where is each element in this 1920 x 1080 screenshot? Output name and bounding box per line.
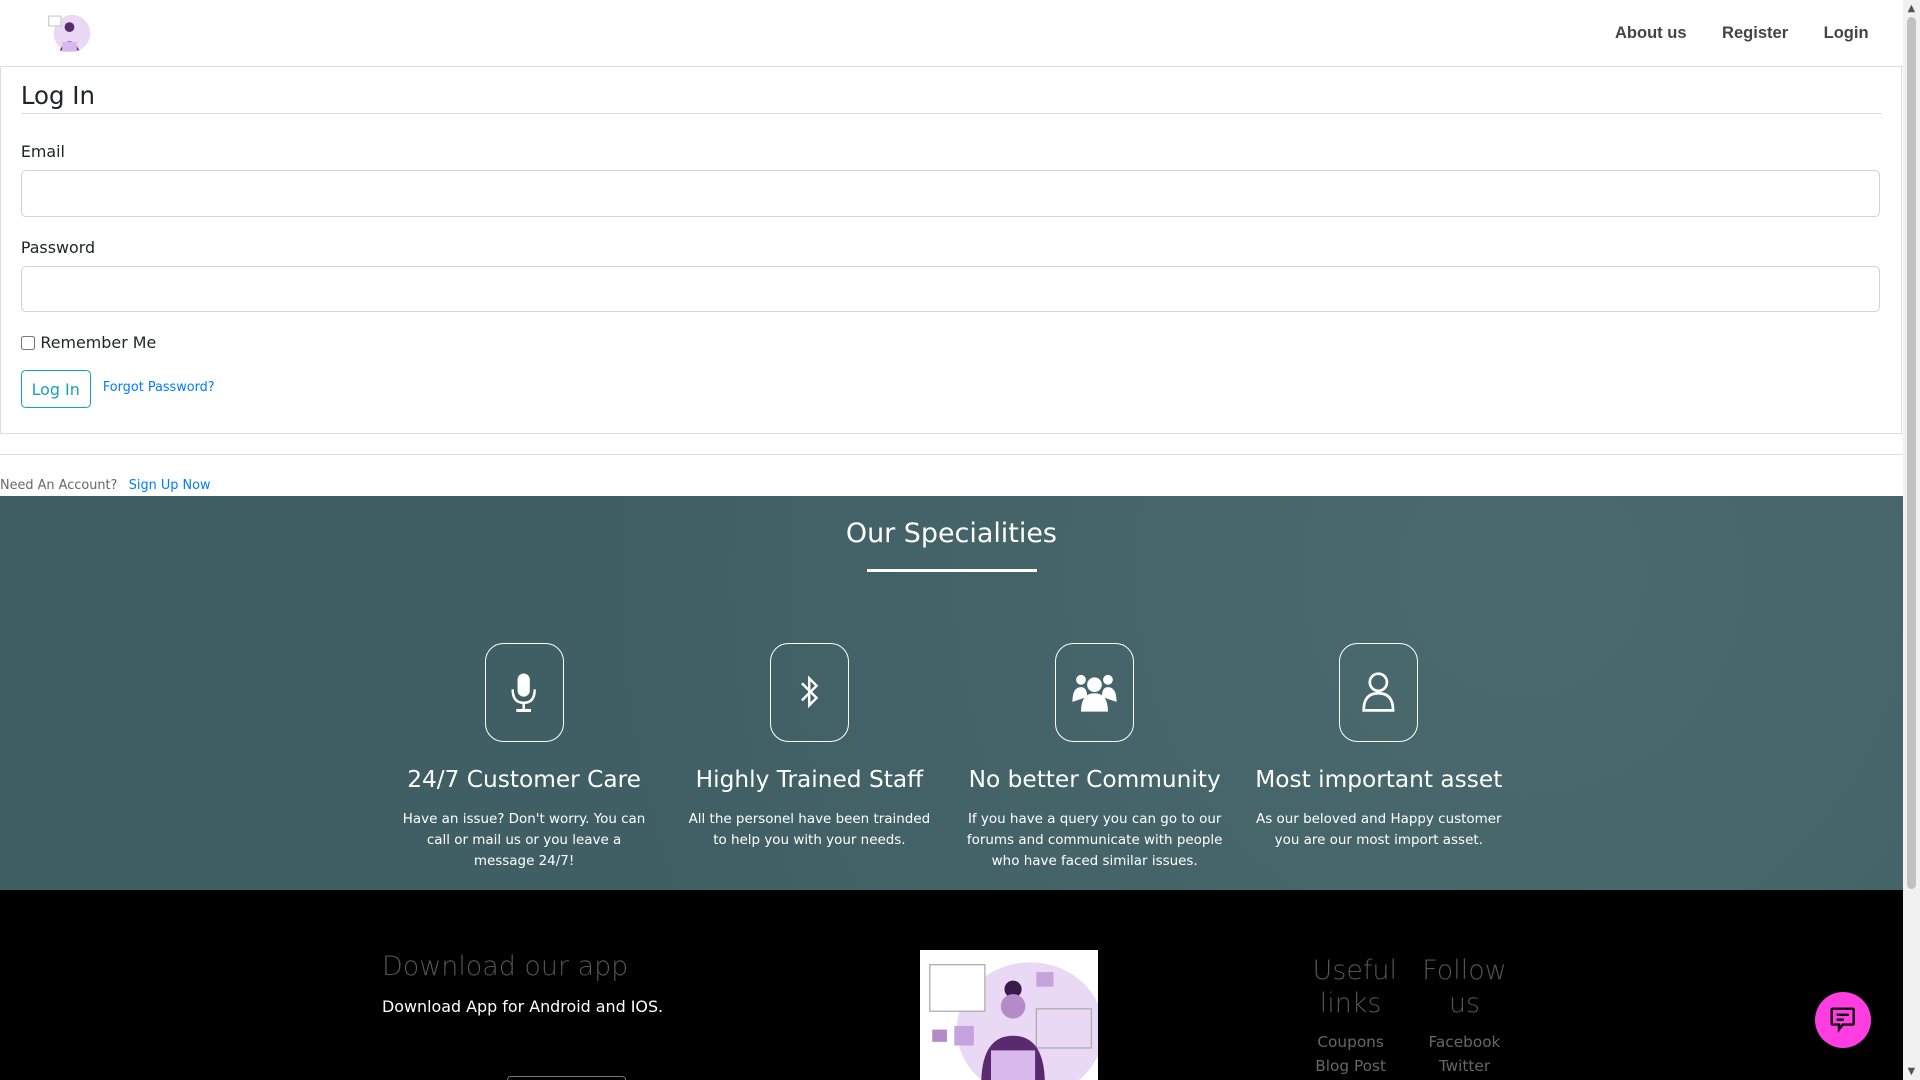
speciality-text: Have an issue? Don't worry. You can call… <box>402 812 646 869</box>
app-store-button[interactable] <box>506 1076 627 1080</box>
footer-link-blog-post[interactable]: Blog Post <box>1313 1054 1389 1078</box>
speciality-item: No better Community If you have a query … <box>960 642 1229 873</box>
nav-register[interactable]: Register <box>1722 23 1788 43</box>
footer-link-facebook[interactable]: Facebook <box>1420 1030 1508 1054</box>
page-scrollbar[interactable]: ▲ ▼ <box>1902 0 1920 1080</box>
forgot-password-link[interactable]: Forgot Password? <box>103 380 215 395</box>
nav-about-us[interactable]: About us <box>1615 23 1687 43</box>
users-icon <box>1055 642 1135 742</box>
remember-me-label[interactable]: Remember Me <box>40 333 156 352</box>
scroll-down-arrow-icon[interactable]: ▼ <box>1903 1063 1920 1080</box>
email-label: Email <box>20 142 65 162</box>
specialities-section: Our Specialities 24/7 Customer Care Have… <box>0 495 1903 891</box>
remember-me-checkbox[interactable] <box>20 335 36 350</box>
speciality-text: If you have a query you can go to our fo… <box>966 812 1223 869</box>
chat-button[interactable] <box>1814 991 1872 1049</box>
footer-link-twitter[interactable]: Twitter <box>1420 1054 1508 1078</box>
speciality-item: Highly Trained Staff All the personel ha… <box>675 642 944 852</box>
speciality-title: Most important asset <box>1255 766 1503 794</box>
top-navbar: About us Register Login <box>0 0 1903 68</box>
email-input[interactable] <box>20 170 1880 217</box>
chat-icon <box>1830 1007 1856 1034</box>
password-input[interactable] <box>20 265 1880 313</box>
scroll-up-arrow-icon[interactable]: ▲ <box>1903 0 1920 17</box>
divider <box>0 454 1903 456</box>
login-card <box>0 66 1903 435</box>
signup-prompt-text: Need An Account? <box>0 477 118 493</box>
login-button[interactable]: Log In <box>20 369 91 408</box>
support-illustration <box>919 950 1099 1080</box>
follow-us: Follow us Facebook Twitter <box>1420 954 1508 1079</box>
useful-links-title: Useful links <box>1312 954 1397 1019</box>
scrollbar-thumb[interactable] <box>1906 17 1917 889</box>
follow-us-title: Follow us <box>1422 954 1507 1019</box>
speciality-item: Most important asset As our beloved and … <box>1244 642 1513 852</box>
divider <box>20 112 1883 114</box>
user-icon <box>1339 642 1419 742</box>
speciality-text: As our beloved and Happy customer you ar… <box>1256 812 1502 849</box>
specialities-title: Our Specialities <box>845 517 1057 549</box>
microphone-icon <box>484 642 564 742</box>
page-title: Log In <box>20 80 96 110</box>
nav-login[interactable]: Login <box>1824 23 1869 43</box>
footer: Download our app Download App for Androi… <box>0 890 1903 1080</box>
download-title: Download our app <box>382 951 629 983</box>
password-label: Password <box>20 237 96 257</box>
speciality-item: 24/7 Customer Care Have an issue? Don't … <box>389 642 658 873</box>
speciality-title: Highly Trained Staff <box>695 766 924 794</box>
footer-link-coupons[interactable]: Coupons <box>1313 1030 1389 1054</box>
signup-link[interactable]: Sign Up Now <box>129 478 211 493</box>
signup-prompt: Need An Account? Sign Up Now <box>0 478 211 493</box>
download-text: Download App for Android and IOS. <box>382 996 664 1016</box>
speciality-title: No better Community <box>968 766 1221 794</box>
logo[interactable] <box>45 10 94 54</box>
speciality-title: 24/7 Customer Care <box>407 766 641 794</box>
bluetooth-icon <box>769 642 849 742</box>
title-underline <box>866 569 1038 572</box>
speciality-text: All the personel have been trainded to h… <box>688 812 931 849</box>
useful-links: Useful links Coupons Blog Post <box>1312 954 1397 1079</box>
